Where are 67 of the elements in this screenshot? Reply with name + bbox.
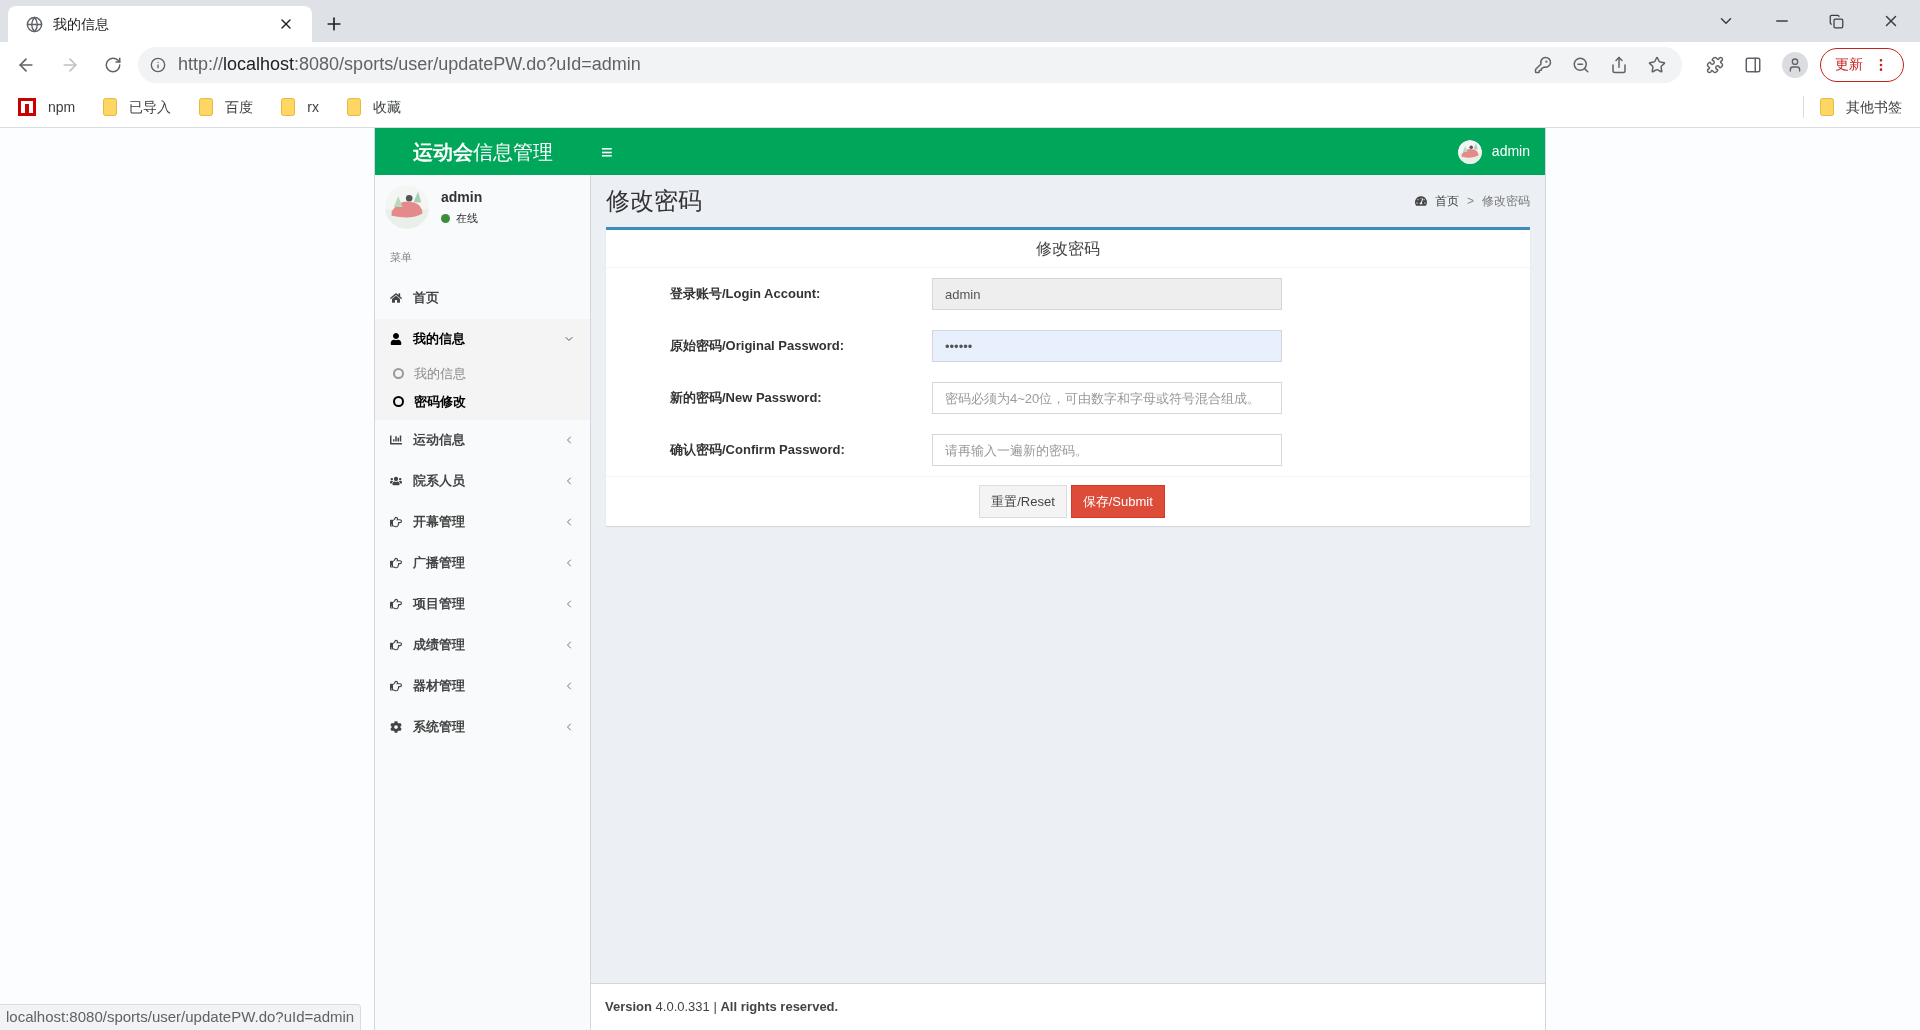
bookmark[interactable]: 已导入 — [103, 96, 172, 118]
folder-icon — [346, 98, 361, 116]
gear-icon — [390, 721, 402, 733]
sidebar-item[interactable]: 系统管理 — [375, 706, 590, 748]
sidebar-item[interactable]: 院系人员 — [375, 460, 590, 502]
form-title: 修改密码 — [1036, 238, 1100, 259]
npm-logo-icon — [18, 98, 36, 116]
footer-text: Version 4.0.0.331 | All rights reserved. — [605, 998, 839, 1017]
input-field[interactable]: 密码必须为4~20位，可由数字和字母或符号混合组成。 — [932, 382, 1282, 414]
bookmark[interactable]: 百度 — [199, 96, 254, 118]
folder-icon — [1820, 98, 1834, 116]
share-icon[interactable] — [1610, 55, 1628, 74]
bar-chart-icon — [390, 434, 402, 446]
hand-pointer-icon — [390, 557, 402, 569]
bookmark[interactable]: npm — [18, 96, 76, 118]
submit-button[interactable]: 保存/Submit — [1070, 485, 1165, 518]
home-icon — [390, 292, 402, 304]
folder-icon — [199, 98, 214, 116]
field-label: 原始密码/Original Password: — [669, 337, 846, 355]
sidebar-item[interactable]: 项目管理 — [375, 583, 590, 625]
page-title: 修改密码 — [606, 186, 702, 216]
field-label: 登录账号/Login Account: — [669, 285, 822, 303]
browser-tab[interactable]: 我的信息 — [8, 6, 312, 42]
menu-header: 菜单 — [389, 250, 413, 265]
reset-button[interactable]: 重置/Reset — [979, 485, 1067, 518]
key-icon[interactable] — [1534, 55, 1552, 74]
zoom-out-icon[interactable] — [1572, 55, 1590, 74]
users-icon — [390, 475, 402, 487]
side-panel-icon[interactable] — [1744, 55, 1762, 74]
info-icon[interactable] — [150, 56, 166, 73]
sidebar-item[interactable]: 运动信息 — [375, 419, 590, 461]
reload-icon[interactable] — [104, 55, 122, 74]
folder-icon — [103, 98, 118, 116]
folder-icon — [281, 98, 296, 116]
breadcrumb-current: 修改密码 — [1482, 193, 1530, 210]
input-field[interactable]: •••••• — [932, 330, 1282, 362]
sidebar-item[interactable]: 成绩管理 — [375, 624, 590, 666]
sidebar-item[interactable]: 开幕管理 — [375, 501, 590, 543]
url-text: http://localhost:8080/sports/user/updatePW.do?uId=admin — [178, 53, 642, 76]
tab-title: 我的信息 — [53, 14, 110, 34]
bookmark[interactable]: 其他书签 — [1820, 96, 1902, 118]
extensions-icon[interactable] — [1706, 55, 1724, 74]
profile-icon[interactable] — [1782, 51, 1808, 78]
field-label: 确认密码/Confirm Password: — [668, 441, 846, 459]
hand-pointer-icon — [390, 516, 402, 528]
user-icon — [390, 333, 402, 345]
sidebar-item[interactable]: 首页 — [375, 277, 590, 319]
breadcrumb-separator: > — [1467, 193, 1474, 210]
breadcrumb-link[interactable]: 首页 — [1435, 192, 1459, 210]
bookmark[interactable]: rx — [281, 96, 319, 118]
bookmark[interactable]: 收藏 — [346, 96, 401, 118]
hand-pointer-icon — [390, 639, 402, 651]
user-name: admin — [441, 188, 483, 208]
submenu-item[interactable]: 密码修改 — [375, 387, 590, 416]
sidebar-item[interactable]: 广播管理 — [375, 542, 590, 584]
field-label: 新的密码/New Password: — [669, 389, 823, 407]
restore-icon[interactable] — [1829, 13, 1844, 29]
status-text: 在线 — [456, 211, 478, 227]
hand-pointer-icon — [390, 680, 402, 692]
dashboard-icon — [1415, 195, 1427, 207]
sidebar-item[interactable]: 器材管理 — [375, 665, 590, 707]
address-bar[interactable]: http://localhost:8080/sports/user/updatePW.do?uId=admin — [138, 46, 1682, 83]
sidebar-item[interactable]: 我的信息 — [375, 318, 590, 360]
status-url-tooltip: localhost:8080/sports/user/updatePW.do?uId=admin — [0, 1004, 362, 1030]
hand-pointer-icon — [390, 598, 402, 610]
globe-icon — [26, 15, 43, 33]
star-icon[interactable] — [1648, 55, 1666, 74]
